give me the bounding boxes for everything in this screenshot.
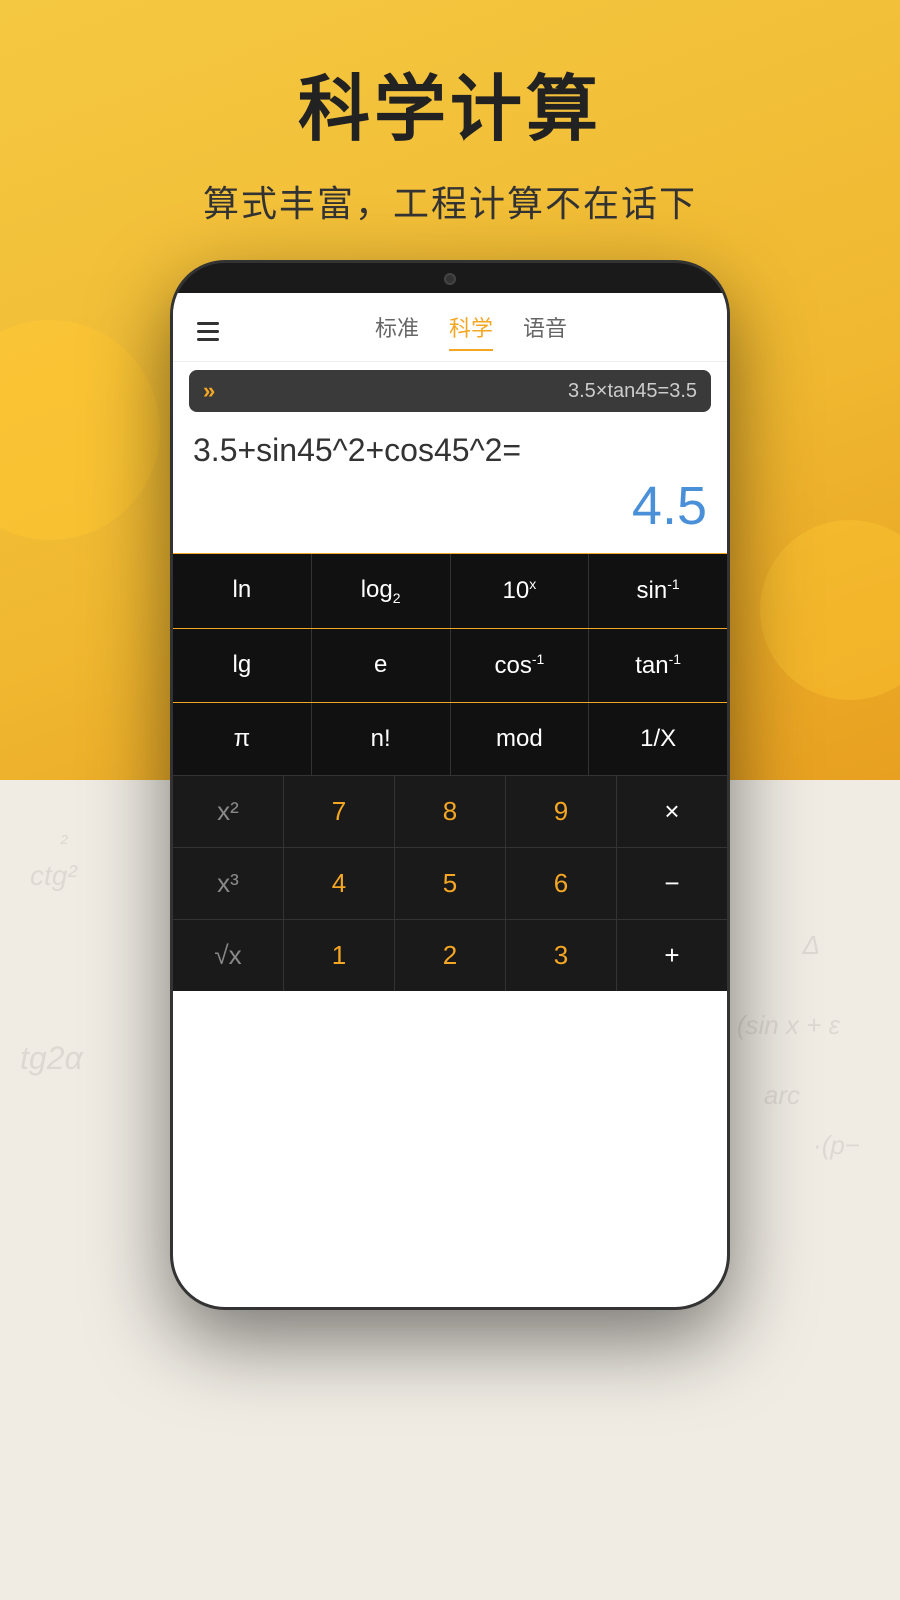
key-lg[interactable]: lg: [173, 629, 312, 702]
math-bg-text: Δ: [803, 930, 820, 961]
key-7[interactable]: 7: [284, 776, 395, 847]
key-minus[interactable]: −: [617, 848, 727, 919]
tab-science[interactable]: 科学: [449, 311, 493, 351]
main-title: 科学计算: [0, 50, 900, 155]
math-bg-text: ctg²: [30, 860, 77, 892]
key-factorial[interactable]: n!: [312, 703, 451, 775]
main-result: 4.5: [189, 475, 711, 545]
phone-camera: [444, 273, 456, 285]
scientific-keyboard: ln log2 10x sin-1 lg e cos-1 tan-1 π n! …: [173, 553, 727, 775]
menu-line-1: [197, 322, 219, 325]
phone-screen: 标准 科学 语音 » 3.5×tan45=3.5 3.5+sin45^2+cos…: [173, 293, 727, 1307]
key-6[interactable]: 6: [506, 848, 617, 919]
key-1[interactable]: 1: [284, 920, 395, 991]
number-keyboard: x² 7 8 9 × x³ 4 5 6 − √x 1 2 3 +: [173, 775, 727, 991]
menu-line-3: [197, 338, 219, 341]
menu-line-2: [197, 330, 219, 333]
display-area: » 3.5×tan45=3.5 3.5+sin45^2+cos45^2= 4.5: [173, 362, 727, 553]
key-mod[interactable]: mod: [451, 703, 590, 775]
history-display: » 3.5×tan45=3.5: [189, 370, 711, 412]
key-5[interactable]: 5: [395, 848, 506, 919]
key-multiply[interactable]: ×: [617, 776, 727, 847]
key-arctan[interactable]: tan-1: [589, 629, 727, 702]
math-bg-text: arc: [764, 1080, 800, 1111]
key-arcsin[interactable]: sin-1: [589, 554, 727, 628]
key-x3[interactable]: x³: [173, 848, 284, 919]
key-reciprocal[interactable]: 1/X: [589, 703, 727, 775]
key-log2[interactable]: log2: [312, 554, 451, 628]
sci-row-1: ln log2 10x sin-1: [173, 554, 727, 629]
math-bg-text: ·(p−: [813, 1130, 860, 1161]
key-4[interactable]: 4: [284, 848, 395, 919]
key-10x[interactable]: 10x: [451, 554, 590, 628]
key-plus[interactable]: +: [617, 920, 727, 991]
num-row-1: x² 7 8 9 ×: [173, 776, 727, 848]
key-pi[interactable]: π: [173, 703, 312, 775]
math-bg-text: (sin x + ε: [737, 1010, 840, 1041]
sci-row-2: lg e cos-1 tan-1: [173, 629, 727, 703]
history-arrow: »: [203, 378, 215, 404]
sci-row-3: π n! mod 1/X: [173, 703, 727, 775]
num-row-3: √x 1 2 3 +: [173, 920, 727, 991]
key-e[interactable]: e: [312, 629, 451, 702]
nav-bar: 标准 科学 语音: [173, 293, 727, 362]
key-3[interactable]: 3: [506, 920, 617, 991]
phone-frame: 标准 科学 语音 » 3.5×tan45=3.5 3.5+sin45^2+cos…: [170, 260, 730, 1310]
math-bg-text: ²: [60, 830, 67, 856]
header-section: 科学计算 算式丰富，工程计算不在话下: [0, 50, 900, 227]
key-9[interactable]: 9: [506, 776, 617, 847]
nav-tabs: 标准 科学 语音: [239, 311, 703, 351]
main-expression: 3.5+sin45^2+cos45^2=: [189, 422, 711, 475]
key-8[interactable]: 8: [395, 776, 506, 847]
key-arccos[interactable]: cos-1: [451, 629, 590, 702]
key-ln[interactable]: ln: [173, 554, 312, 628]
num-row-2: x³ 4 5 6 −: [173, 848, 727, 920]
history-expression: 3.5×tan45=3.5: [227, 380, 697, 403]
menu-button[interactable]: [197, 322, 219, 341]
sub-title: 算式丰富，工程计算不在话下: [0, 175, 900, 227]
key-sqrt[interactable]: √x: [173, 920, 284, 991]
tab-voice[interactable]: 语音: [523, 311, 567, 351]
key-2[interactable]: 2: [395, 920, 506, 991]
phone-notch: [380, 263, 520, 293]
math-bg-text: tg2α: [20, 1040, 83, 1077]
key-x2[interactable]: x²: [173, 776, 284, 847]
tab-standard[interactable]: 标准: [375, 311, 419, 351]
